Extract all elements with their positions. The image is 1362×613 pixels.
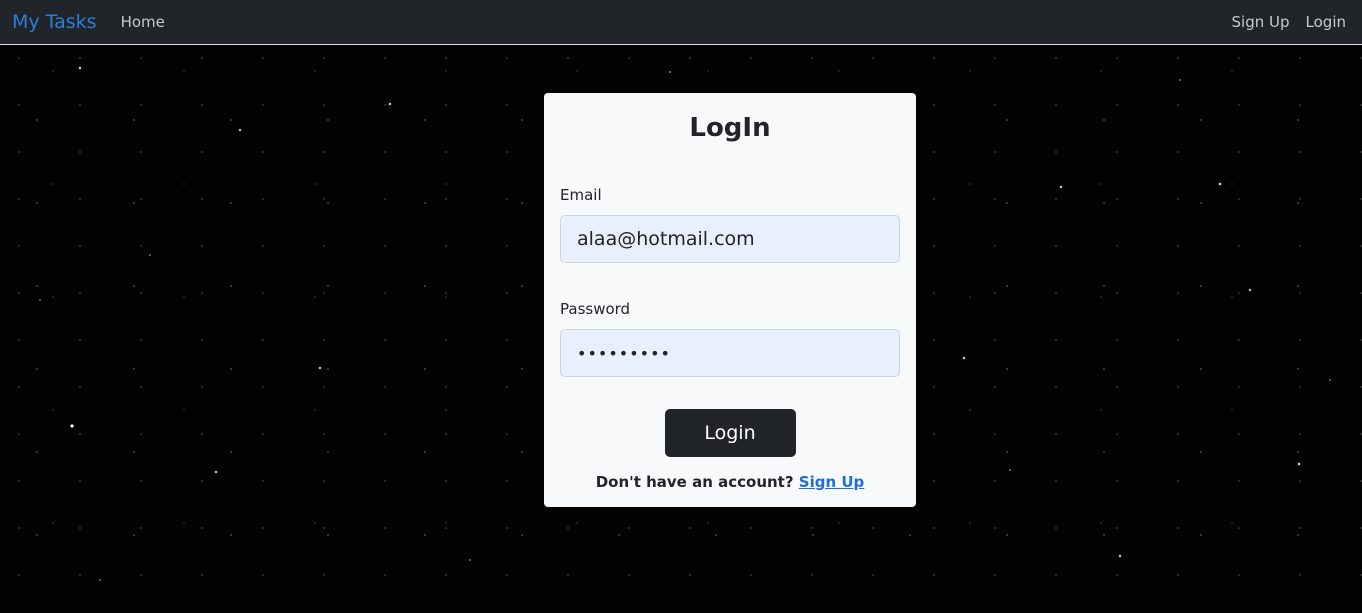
nav-right-group: Sign Up Login	[1232, 14, 1350, 30]
top-navbar: My Tasks Home Sign Up Login	[0, 0, 1362, 45]
password-label: Password	[560, 300, 631, 318]
brand-link[interactable]: My Tasks	[12, 12, 97, 32]
nav-login-link[interactable]: Login	[1306, 14, 1346, 30]
nav-signup-link[interactable]: Sign Up	[1232, 14, 1290, 30]
login-title: LogIn	[689, 113, 771, 143]
email-field[interactable]	[560, 215, 900, 263]
signup-link[interactable]: Sign Up	[799, 473, 865, 491]
signup-prompt-text: Don't have an account?	[595, 473, 794, 491]
signup-prompt: Don't have an account? Sign Up	[560, 472, 900, 492]
email-label: Email	[560, 186, 602, 204]
nav-home-link[interactable]: Home	[121, 14, 165, 30]
password-field[interactable]	[560, 329, 900, 377]
login-card: LogIn Email Password Login Don't have an…	[544, 93, 916, 507]
login-button[interactable]: Login	[664, 409, 796, 457]
